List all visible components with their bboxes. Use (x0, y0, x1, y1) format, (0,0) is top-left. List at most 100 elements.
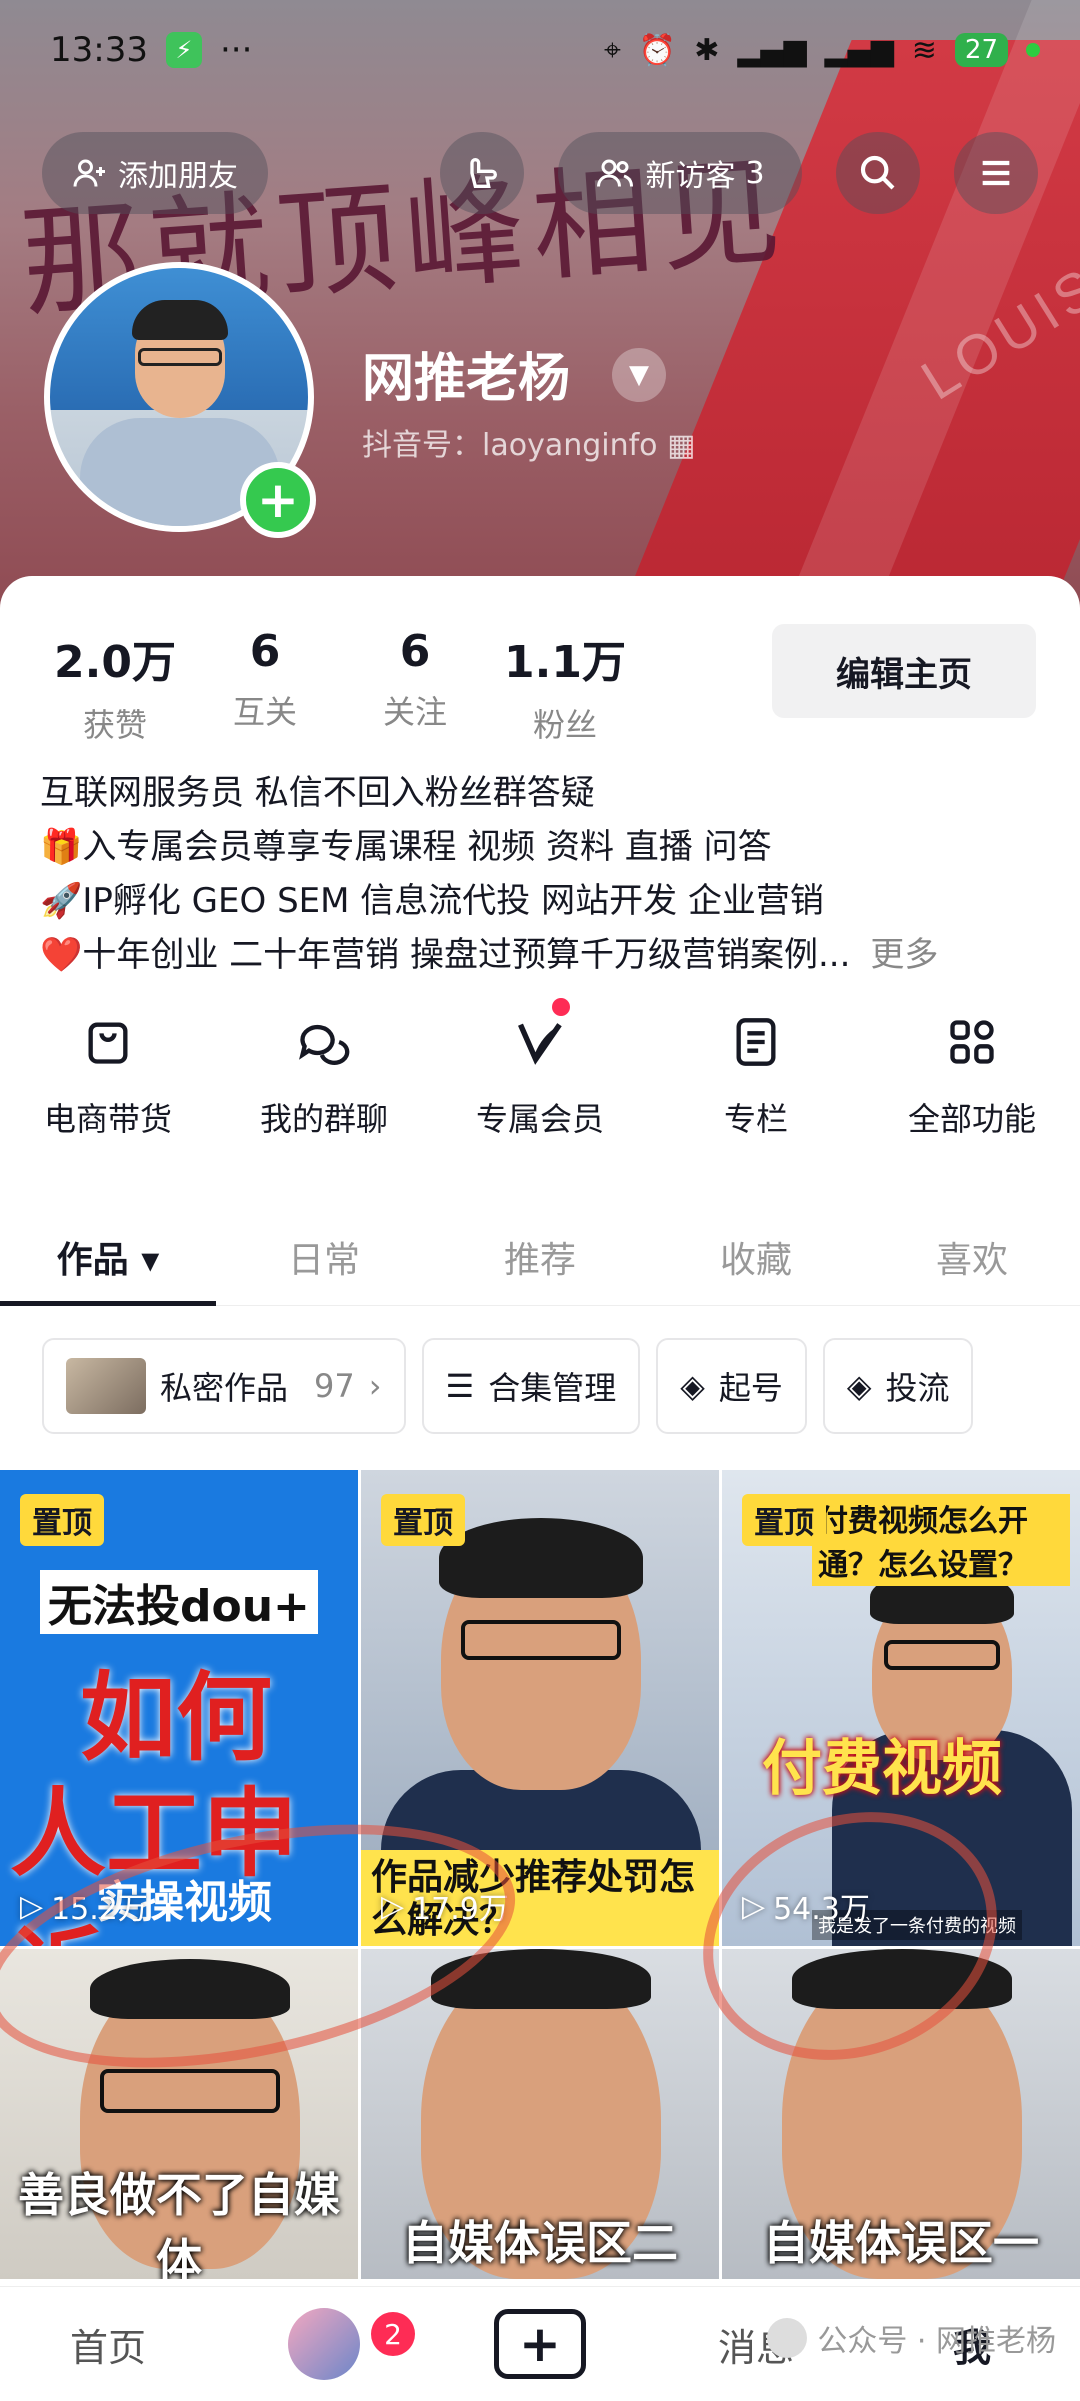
bio-line: 互联网服务员 私信不回入粉丝群答疑 (40, 773, 595, 813)
nav-friends[interactable]: 2 (216, 2308, 432, 2380)
bio-more-link[interactable]: 更多 (870, 935, 938, 975)
account-switch-chevron-icon[interactable]: ▼ (612, 348, 666, 402)
content-tabs: 作品 ▾ 日常 推荐 收藏 喜欢 (0, 1216, 1080, 1306)
chevron-right-icon: › (368, 1367, 382, 1405)
works-filter-chips: 私密作品 97 › ☰ 合集管理 ◈ 起号 ◈ 投流 (42, 1338, 974, 1434)
visitors-icon (597, 159, 634, 187)
chat-icon (294, 1012, 354, 1072)
chip-label: 私密作品 (160, 1369, 289, 1407)
watermark-text: 公众号 · 网推老杨 (817, 2324, 1056, 2359)
profile-name: 网推老杨 (362, 349, 571, 409)
layers-icon: ◈ (846, 1367, 872, 1405)
tab-likes[interactable]: 喜欢 (864, 1216, 1080, 1305)
tab-works[interactable]: 作品 ▾ (0, 1216, 216, 1306)
status-time: 13:33 (50, 30, 148, 70)
stat-label: 获赞 (82, 706, 147, 744)
alarm-icon: ⏰ (638, 32, 677, 68)
stat-value: 2.0万 (54, 637, 176, 688)
feature-label: 全部功能 (907, 1100, 1036, 1138)
qr-code-icon: ▦ (667, 428, 696, 463)
new-visitors-label: 新访客 (645, 159, 736, 194)
dropdown-caret-icon: ▾ (141, 1240, 160, 1281)
stat-value: 6 (399, 626, 431, 677)
status-more: ··· (219, 30, 253, 70)
edit-profile-button[interactable]: 编辑主页 (772, 624, 1036, 718)
feature-column[interactable]: 专栏 (656, 1012, 856, 1140)
bio-line: 🎁入专属会员尊享专属课程 视频 资料 直播 问答 (40, 827, 772, 867)
bio-line-text: ❤️十年创业 二十年营销 操盘过预算千万级营销案例... (40, 935, 851, 975)
status-bar: 13:33 ⚡ ··· ⌖ ⏰ ✱ ▂▄▆ ▂▄▆ ≋ 27 (0, 0, 1080, 100)
hand-pointer-icon (470, 158, 497, 188)
thumbnail-text: 付费视频怎么开通？怎么设置？ (812, 1494, 1070, 1586)
nav-home[interactable]: 首页 (0, 2317, 216, 2372)
feature-label: 专栏 (723, 1100, 788, 1138)
search-button[interactable] (836, 132, 920, 214)
feature-label: 我的群聊 (259, 1100, 388, 1138)
tab-recommend[interactable]: 推荐 (432, 1216, 648, 1305)
menu-button[interactable] (954, 132, 1038, 214)
feature-all-functions[interactable]: 全部功能 (872, 1012, 1072, 1140)
thumbnail-caption: 自媒体误区二 (402, 2216, 678, 2270)
feature-ecommerce[interactable]: 电商带货 (8, 1012, 208, 1140)
start-account-chip[interactable]: ◈ 起号 (656, 1338, 807, 1434)
private-works-count: 97 (314, 1367, 355, 1405)
app-notification-icon: ⚡ (165, 32, 202, 68)
status-dot-icon (1026, 43, 1040, 57)
gesture-button[interactable] (440, 132, 524, 214)
nav-create[interactable]: + (432, 2309, 648, 2379)
signal-icon: ▂▄▆ (737, 32, 807, 68)
watermark: 公众号 · 网推老杨 (767, 2316, 1056, 2360)
thumbnail-caption: 善良做不了自媒体 (18, 2168, 340, 2279)
new-visitors-button[interactable]: 新访客 3 (558, 132, 802, 214)
new-visitors-count: 3 (745, 155, 765, 191)
profile-card: 2.0万 获赞 6 互关 6 关注 1.1万 粉丝 编辑主页 互联网服务员 私信… (0, 576, 1080, 2286)
wifi-icon: ≋ (911, 32, 937, 68)
private-works-chip[interactable]: 私密作品 97 › (42, 1338, 406, 1434)
signal-icon: ▂▄▆ (824, 32, 894, 68)
stat-label: 互关 (232, 693, 297, 731)
chip-label: 起号 (718, 1369, 783, 1407)
collection-manage-chip[interactable]: ☰ 合集管理 (421, 1338, 641, 1434)
thumbnail-text: 无法投dou+ (40, 1570, 318, 1634)
bio-line: ❤️十年创业 二十年营销 操盘过预算千万级营销案例... 更多 (40, 928, 1040, 982)
stat-following[interactable]: 6 关注 (340, 626, 490, 746)
feature-label: 专属会员 (475, 1100, 604, 1138)
bag-icon (78, 1012, 138, 1072)
stat-value: 1.1万 (504, 637, 626, 688)
add-story-plus-icon[interactable]: + (240, 462, 316, 538)
vip-icon (510, 1012, 570, 1072)
location-icon: ⌖ (603, 32, 621, 68)
add-friend-label: 添加朋友 (118, 159, 238, 194)
hamburger-menu-icon (982, 160, 1010, 186)
pinned-badge: 置顶 (20, 1494, 104, 1546)
tab-favorites[interactable]: 收藏 (648, 1216, 864, 1305)
stat-mutual[interactable]: 6 互关 (190, 626, 340, 746)
stat-value: 6 (249, 626, 281, 677)
douyin-id[interactable]: 抖音号：laoyanginfo ▦ (362, 420, 695, 464)
plus-icon: + (494, 2309, 586, 2379)
stat-followers[interactable]: 1.1万 粉丝 (490, 626, 640, 746)
thumbnail-caption: 自媒体误区一 (763, 2216, 1039, 2270)
tab-daily[interactable]: 日常 (216, 1216, 432, 1305)
promote-chip[interactable]: ◈ 投流 (822, 1338, 974, 1434)
bio-line: 🚀IP孵化 GEO SEM 信息流代投 网站开发 企业营销 (40, 881, 824, 921)
notification-badge: 2 (371, 2312, 415, 2356)
chip-label: 合集管理 (488, 1369, 617, 1407)
pinned-badge: 置顶 (381, 1494, 465, 1546)
stat-likes[interactable]: 2.0万 获赞 (40, 626, 190, 746)
feature-vip[interactable]: 专属会员 (440, 998, 640, 1140)
add-friend-button[interactable]: 添加朋友 (42, 132, 268, 214)
profile-stats: 2.0万 获赞 6 互关 6 关注 1.1万 粉丝 (40, 626, 640, 746)
battery-indicator: 27 (954, 33, 1008, 67)
friend-avatar (288, 2308, 360, 2380)
douyin-id-text: 抖音号：laoyanginfo (362, 428, 658, 463)
lock-thumbnail-icon (66, 1358, 146, 1414)
profile-header-background: LOUIS 那就顶峰相见 13:33 ⚡ ··· ⌖ ⏰ ✱ ▂▄▆ ▂▄▆ ≋… (0, 0, 1080, 640)
feature-shortcuts: 电商带货 我的群聊 专属会员 专栏 全部功能 (0, 998, 1080, 1140)
grid-icon (942, 1012, 1002, 1072)
feature-group-chat[interactable]: 我的群聊 (224, 1012, 424, 1140)
notification-dot (552, 998, 570, 1016)
profile-bio: 互联网服务员 私信不回入粉丝群答疑 🎁入专属会员尊享专属课程 视频 资料 直播 … (40, 766, 1040, 982)
stat-label: 粉丝 (532, 706, 597, 744)
chip-label: 投流 (885, 1369, 950, 1407)
